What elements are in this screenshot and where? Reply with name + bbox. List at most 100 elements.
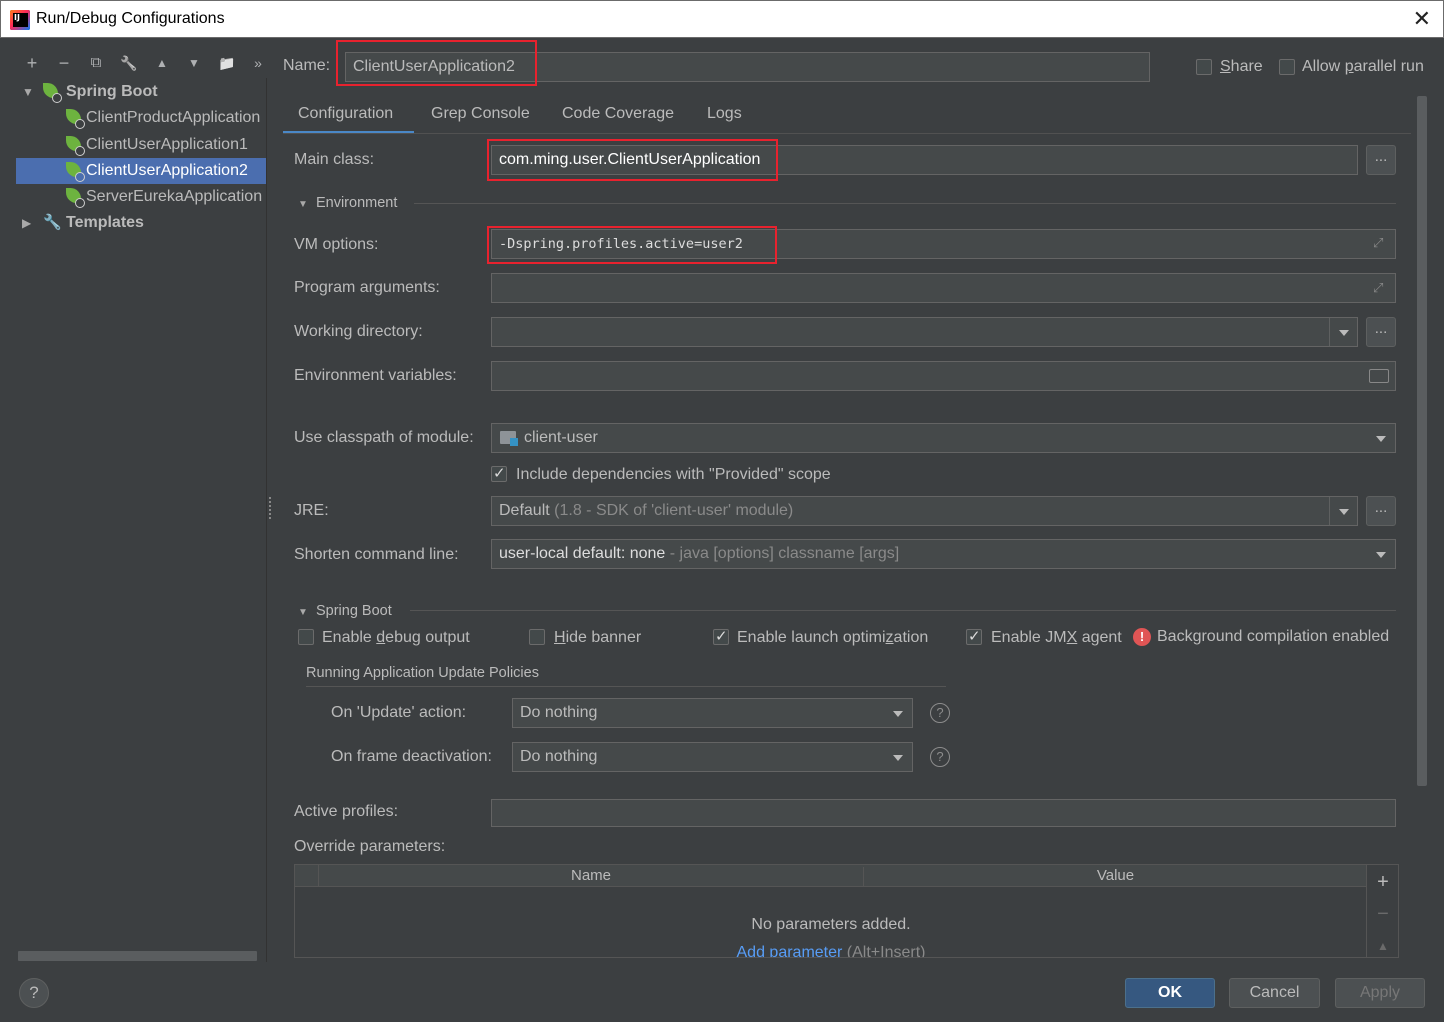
vertical-scrollbar[interactable] xyxy=(1417,96,1427,786)
tree-horizontal-scrollbar[interactable] xyxy=(18,951,257,961)
chevron-down-icon[interactable] xyxy=(884,743,912,771)
move-up-icon[interactable]: ▲ xyxy=(1367,931,1398,957)
update-action-label: On 'Update' action: xyxy=(331,704,467,721)
section-divider xyxy=(306,686,946,687)
column-header-value[interactable]: Value xyxy=(864,867,1367,884)
tree-spring-boot-label: Spring Boot xyxy=(66,83,158,100)
tab-grep-console[interactable]: Grep Console xyxy=(431,98,530,134)
spring-boot-icon xyxy=(43,83,62,103)
frame-deactivation-value: Do nothing xyxy=(520,748,598,765)
spring-app-icon xyxy=(66,188,85,208)
tab-configuration[interactable]: Configuration xyxy=(283,98,414,134)
working-dir-field[interactable] xyxy=(491,317,1358,347)
env-vars-field[interactable] xyxy=(491,361,1396,391)
tab-logs[interactable]: Logs xyxy=(707,98,742,134)
name-field[interactable]: ClientUserApplication2 xyxy=(345,52,1150,82)
classpath-combo[interactable]: client-user xyxy=(491,423,1396,453)
tree-item-label: ClientUserApplication1 xyxy=(86,136,248,153)
spring-boot-section-title: Spring Boot xyxy=(315,603,392,619)
move-down-icon[interactable]: ▼ xyxy=(182,50,206,76)
module-badge-icon xyxy=(510,438,518,446)
apply-button[interactable]: Apply xyxy=(1335,978,1425,1008)
program-args-label: Program arguments: xyxy=(294,279,440,296)
chevron-down-icon[interactable] xyxy=(884,699,912,727)
vm-options-field[interactable]: -Dspring.profiles.active=user2 ⤢ xyxy=(491,229,1396,259)
frame-deactivation-label: On frame deactivation: xyxy=(331,748,492,765)
expand-icon[interactable]: ⤢ xyxy=(1373,236,1389,252)
working-dir-label: Working directory: xyxy=(294,323,423,340)
policies-section-title: Running Application Update Policies xyxy=(306,665,539,681)
share-checkbox[interactable] xyxy=(1196,59,1212,75)
tree-item-client-user-1[interactable]: ClientUserApplication1 xyxy=(16,132,266,158)
cancel-button[interactable]: Cancel xyxy=(1229,978,1320,1008)
collapse-arrow-icon: ▼ xyxy=(298,199,308,210)
include-deps-label: Include dependencies with "Provided" sco… xyxy=(516,466,831,483)
jre-browse-button[interactable]: ... xyxy=(1366,496,1396,526)
folder-icon[interactable] xyxy=(1369,369,1389,383)
parallel-run-checkbox[interactable] xyxy=(1279,59,1295,75)
help-icon[interactable]: ? xyxy=(930,747,950,767)
remove-icon[interactable]: − xyxy=(52,50,76,76)
working-dir-browse-button[interactable]: ... xyxy=(1366,317,1396,347)
shorten-label: Shorten command line: xyxy=(294,546,459,563)
tab-divider xyxy=(283,133,1411,134)
environment-section-toggle[interactable]: ▼ Environment xyxy=(298,195,397,211)
panel-splitter[interactable] xyxy=(269,497,273,519)
add-icon[interactable]: + xyxy=(20,50,44,76)
row-header-cell xyxy=(295,865,319,887)
jre-combo[interactable]: Default (1.8 - SDK of 'client-user' modu… xyxy=(491,496,1358,526)
main-class-field[interactable]: com.ming.user.ClientUserApplication xyxy=(491,145,1358,175)
add-parameter-link[interactable]: Add parameter xyxy=(737,944,843,957)
chevron-down-icon[interactable] xyxy=(1329,318,1357,346)
tree-templates[interactable]: ▶ 🔧 Templates xyxy=(16,210,266,236)
tab-code-coverage[interactable]: Code Coverage xyxy=(562,98,674,134)
help-button[interactable]: ? xyxy=(19,978,49,1008)
launch-optimization-checkbox[interactable] xyxy=(713,627,729,645)
chevron-down-icon[interactable] xyxy=(1367,540,1395,568)
move-up-icon[interactable]: ▲ xyxy=(150,50,174,76)
program-args-field[interactable]: ⤢ xyxy=(491,273,1396,303)
config-tree: ▼ Spring Boot ClientProductApplication C… xyxy=(16,78,267,962)
tree-templates-label: Templates xyxy=(66,214,144,231)
hide-banner-checkbox[interactable] xyxy=(529,629,545,645)
copy-icon[interactable]: ⧉ xyxy=(84,50,108,76)
chevron-down-icon[interactable] xyxy=(1367,424,1395,452)
more-icon[interactable]: » xyxy=(246,50,270,76)
main-class-browse-button[interactable]: ... xyxy=(1366,145,1396,175)
table-actions: + − ▲ xyxy=(1366,865,1398,957)
active-profiles-label: Active profiles: xyxy=(294,803,399,820)
help-icon[interactable]: ? xyxy=(930,703,950,723)
shorten-combo[interactable]: user-local default: none - java [options… xyxy=(491,539,1396,569)
tree-item-client-user-2[interactable]: ClientUserApplication2 xyxy=(16,158,266,184)
add-icon[interactable]: + xyxy=(1367,867,1398,897)
include-deps-checkbox[interactable] xyxy=(491,464,507,482)
intellij-icon xyxy=(10,10,30,30)
tree-item-client-product[interactable]: ClientProductApplication xyxy=(16,105,266,131)
launch-optimization-label: Enable launch optimization xyxy=(737,629,929,646)
debug-output-checkbox[interactable] xyxy=(298,629,314,645)
remove-icon[interactable]: − xyxy=(1367,899,1398,929)
collapse-arrow-icon[interactable]: ▶ xyxy=(22,210,31,236)
jmx-agent-checkbox[interactable] xyxy=(966,627,982,645)
expand-arrow-icon[interactable]: ▼ xyxy=(22,79,34,105)
spring-app-icon xyxy=(66,109,85,129)
folder-icon[interactable]: 📁 xyxy=(215,50,239,76)
jre-hint: (1.8 - SDK of 'client-user' module) xyxy=(554,502,794,519)
ok-button[interactable]: OK xyxy=(1125,978,1215,1008)
update-action-combo[interactable]: Do nothing xyxy=(512,698,913,728)
tree-spring-boot[interactable]: ▼ Spring Boot xyxy=(16,79,266,105)
spring-boot-section-toggle[interactable]: ▼ Spring Boot xyxy=(298,603,392,619)
tree-item-server-eureka[interactable]: ServerEurekaApplication xyxy=(16,184,266,210)
wrench-icon[interactable]: 🔧 xyxy=(117,50,141,76)
active-profiles-field[interactable] xyxy=(491,799,1396,827)
tree-item-label: ClientProductApplication xyxy=(86,109,261,126)
classpath-value: client-user xyxy=(524,429,598,446)
expand-icon[interactable]: ⤢ xyxy=(1373,280,1389,296)
column-header-name[interactable]: Name xyxy=(319,867,864,887)
close-icon[interactable]: ✕ xyxy=(1413,7,1431,31)
update-action-value: Do nothing xyxy=(520,704,598,721)
chevron-down-icon[interactable] xyxy=(1329,497,1357,525)
bg-compilation-label: Background compilation enabled xyxy=(1157,628,1390,645)
frame-deactivation-combo[interactable]: Do nothing xyxy=(512,742,913,772)
classpath-label: Use classpath of module: xyxy=(294,429,474,446)
